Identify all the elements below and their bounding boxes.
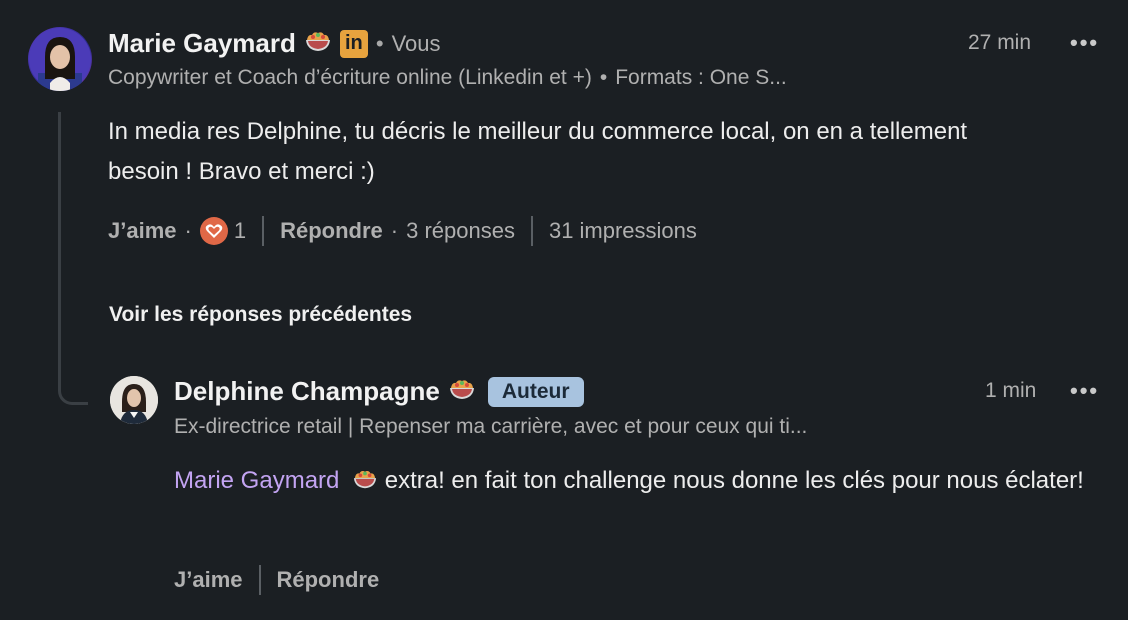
- like-button[interactable]: J’aime: [108, 218, 177, 244]
- mention-link[interactable]: Marie Gaymard: [174, 467, 339, 494]
- heart-reaction-icon[interactable]: [199, 217, 228, 245]
- divider: [262, 216, 265, 246]
- divider: [530, 216, 533, 246]
- reply-like-button[interactable]: J’aime: [174, 567, 243, 593]
- comment-time: 27 min: [968, 31, 1032, 54]
- reply-button[interactable]: Répondre: [280, 218, 383, 244]
- comment-author-row: Marie Gaymard in • Vous: [108, 28, 441, 59]
- comment-actions: J’aime · 1 Répondre · 3 réponses 31 impr…: [108, 216, 697, 246]
- more-options-button[interactable]: •••: [1070, 30, 1099, 56]
- thread-connector: [58, 112, 88, 405]
- comment-body: In media res Delphine, tu décris le meil…: [108, 118, 968, 185]
- comment-thread: Marie Gaymard in • Vous 27 min ••• Copyw…: [0, 0, 1128, 620]
- comment-author-name[interactable]: Marie Gaymard: [108, 28, 296, 59]
- salad-bowl-icon: [448, 376, 476, 407]
- reply-time: 1 min: [985, 379, 1037, 402]
- reply-reply-button[interactable]: Répondre: [277, 567, 380, 593]
- reaction-count[interactable]: 1: [234, 218, 246, 244]
- reply-author-name[interactable]: Delphine Champagne: [174, 376, 440, 407]
- reply-author-row: Delphine Champagne Auteur: [174, 376, 584, 407]
- avatar-delphine-champagne[interactable]: [110, 376, 158, 424]
- reply-more-options-button[interactable]: •••: [1070, 378, 1099, 404]
- author-badge: Auteur: [487, 376, 584, 407]
- divider: [258, 565, 261, 595]
- reply-actions: J’aime Répondre: [174, 565, 379, 595]
- linkedin-icon: in: [339, 29, 368, 58]
- impressions-count: 31 impressions: [548, 218, 697, 243]
- reply-author-headline: Ex-directrice retail | Repenser ma carri…: [174, 415, 808, 438]
- connection-degree: Vous: [391, 30, 441, 56]
- salad-bowl-icon: [304, 28, 332, 59]
- replies-count[interactable]: 3 réponses: [406, 218, 515, 244]
- see-previous-replies-button[interactable]: Voir les réponses précédentes: [109, 303, 412, 327]
- reply-text: extra! en fait ton challenge nous donne …: [378, 467, 1084, 494]
- salad-bowl-icon: [352, 464, 378, 504]
- reply-body: Marie Gaymard extra! en fait ton challen…: [174, 461, 1109, 504]
- avatar-marie-gaymard[interactable]: [28, 27, 92, 91]
- comment-author-headline: Copywriter et Coach d’écriture online (L…: [108, 66, 787, 89]
